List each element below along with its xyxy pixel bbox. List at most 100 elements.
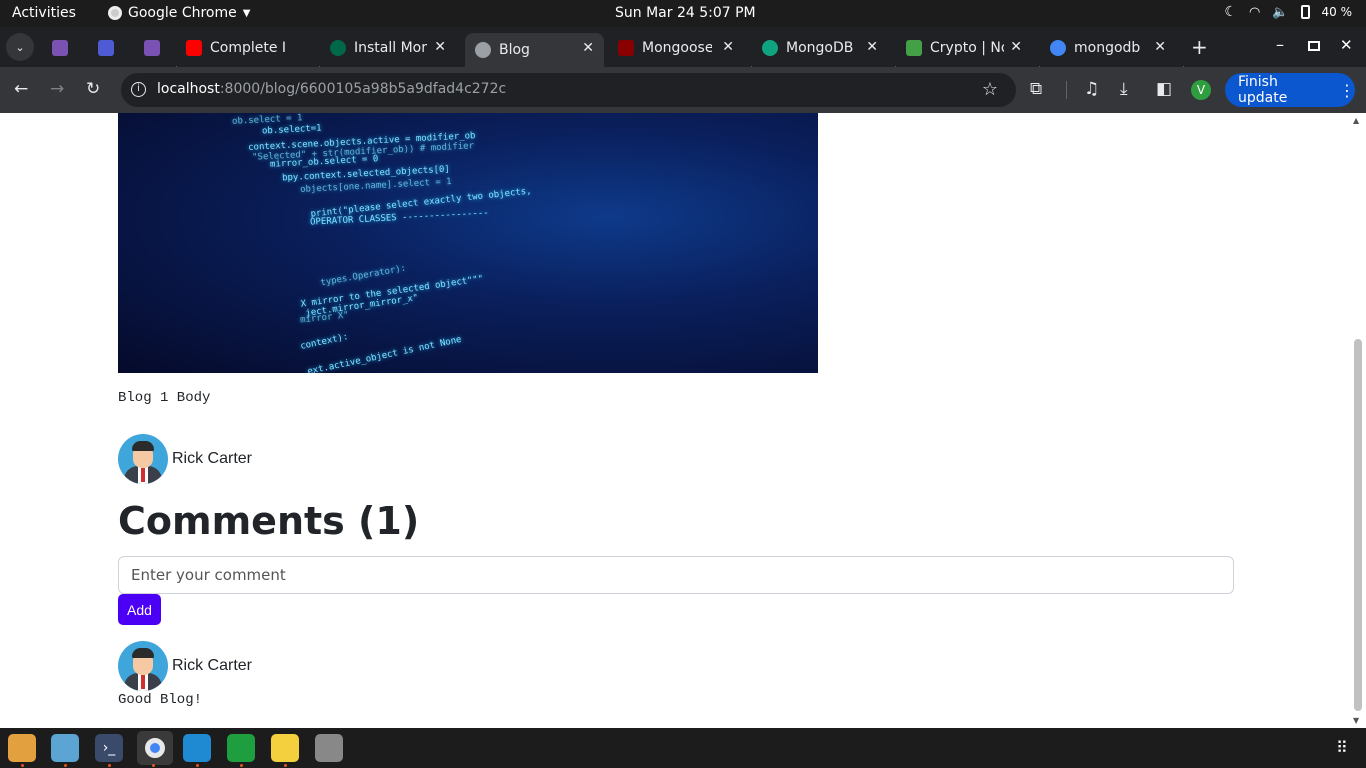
forward-arrow-icon[interactable]: → bbox=[50, 79, 64, 99]
close-tab-icon[interactable]: ✕ bbox=[582, 40, 594, 56]
tab-title: Complete I bbox=[210, 40, 287, 56]
tab-title: mongodb bbox=[1074, 40, 1141, 56]
scrollbar-thumb[interactable] bbox=[1354, 339, 1362, 711]
pinned-tab-3[interactable] bbox=[144, 33, 164, 63]
kebab-menu-icon: ⋮ bbox=[1339, 80, 1355, 100]
finish-update-button[interactable]: Finish update ⋮ bbox=[1225, 73, 1355, 107]
tab-youtube[interactable]: Complete I bbox=[186, 33, 312, 63]
globe-icon bbox=[475, 42, 491, 58]
docs-icon bbox=[98, 40, 114, 56]
page-content: ob.select = 1 ob.select=1 context.scene.ob… bbox=[0, 113, 1350, 728]
chrome-dock-button[interactable] bbox=[137, 731, 173, 765]
pinned-tab-1[interactable] bbox=[52, 33, 72, 63]
site-info-icon[interactable]: i bbox=[131, 82, 146, 97]
profile-avatar[interactable]: V bbox=[1191, 80, 1211, 100]
tab-title: Blog bbox=[499, 42, 530, 58]
maximize-icon[interactable] bbox=[1308, 41, 1320, 51]
software-icon[interactable] bbox=[315, 734, 343, 762]
close-tab-icon[interactable]: ✕ bbox=[434, 39, 446, 55]
running-indicator bbox=[108, 764, 111, 767]
download-icon[interactable]: ⤓ bbox=[1120, 79, 1128, 99]
files-icon[interactable] bbox=[51, 734, 79, 762]
chrome-icon bbox=[145, 738, 165, 758]
comments-heading: Comments (1) bbox=[118, 499, 420, 543]
comment-input[interactable] bbox=[118, 556, 1234, 594]
tab-title: Mongoose bbox=[642, 40, 712, 56]
media-control-icon[interactable]: ♫ bbox=[1084, 79, 1099, 99]
app-name: Google Chrome bbox=[128, 5, 237, 21]
add-comment-button[interactable]: Add bbox=[118, 594, 161, 625]
blog-author: Rick Carter bbox=[118, 434, 252, 484]
side-panel-icon[interactable]: ◧ bbox=[1156, 79, 1172, 99]
address-bar[interactable]: i localhost:8000/blog/6600105a98b5a9dfad… bbox=[121, 73, 1016, 107]
tab-mongodb-chatgpt[interactable]: MongoDB ✕ bbox=[762, 33, 888, 63]
night-light-icon: ☾ bbox=[1224, 4, 1237, 20]
browser-toolbar: ← → ↻ i localhost:8000/blog/6600105a98b5… bbox=[0, 67, 1366, 113]
tab-blog-active[interactable]: Blog ✕ bbox=[465, 33, 604, 67]
close-window-icon[interactable]: ✕ bbox=[1340, 36, 1353, 54]
volume-icon: 🔈 bbox=[1272, 4, 1289, 20]
running-indicator bbox=[240, 764, 243, 767]
comment-author: Rick Carter bbox=[118, 641, 252, 691]
system-tray[interactable]: ☾ ◠ 🔈 40 % bbox=[1224, 4, 1352, 20]
close-tab-icon[interactable]: ✕ bbox=[722, 39, 734, 55]
terminal-icon[interactable]: ›_ bbox=[95, 734, 123, 762]
google-icon bbox=[1050, 40, 1066, 56]
url-text: localhost:8000/blog/6600105a98b5a9dfad4c… bbox=[157, 81, 506, 97]
battery-percent: 40 % bbox=[1321, 5, 1353, 19]
chat-icon[interactable] bbox=[227, 734, 255, 762]
chrome-icon bbox=[108, 6, 122, 20]
code-line: context): bbox=[299, 332, 350, 352]
blog-body: Blog 1 Body bbox=[118, 390, 211, 406]
chevron-down-icon: ⌄ bbox=[15, 40, 25, 54]
tab-title: Crypto | No bbox=[930, 40, 1004, 56]
finish-update-label: Finish update bbox=[1238, 74, 1288, 106]
show-apps-grid-icon[interactable]: ⠿ bbox=[1336, 738, 1348, 757]
battery-icon bbox=[1300, 5, 1310, 19]
author-name: Rick Carter bbox=[172, 450, 253, 467]
nodejs-icon bbox=[906, 40, 922, 56]
system-top-bar: Activities Google Chrome ▼ Sun Mar 24 5:… bbox=[0, 0, 1366, 27]
scroll-up-arrow-icon[interactable]: ▲ bbox=[1353, 116, 1359, 125]
notes-icon[interactable] bbox=[271, 734, 299, 762]
close-tab-icon[interactable]: ✕ bbox=[1010, 39, 1022, 55]
running-indicator bbox=[196, 764, 199, 767]
code-line: ob.select=1 bbox=[261, 123, 322, 137]
toolbar-divider bbox=[1066, 81, 1067, 99]
youtube-icon bbox=[186, 40, 202, 56]
vscode-icon[interactable] bbox=[183, 734, 211, 762]
mongodb-leaf-icon bbox=[330, 40, 346, 56]
close-tab-icon[interactable]: ✕ bbox=[866, 39, 878, 55]
pinned-tab-2[interactable] bbox=[98, 33, 118, 63]
minimize-icon[interactable]: – bbox=[1276, 35, 1284, 54]
reload-icon[interactable]: ↻ bbox=[86, 79, 100, 99]
blog-cover-image: ob.select = 1 ob.select=1 context.scene.ob… bbox=[118, 113, 818, 373]
tab-google-mongodb[interactable]: mongodb ✕ bbox=[1050, 33, 1176, 63]
gitlab-icon[interactable] bbox=[8, 734, 36, 762]
chatgpt-icon bbox=[762, 40, 778, 56]
running-indicator bbox=[284, 764, 287, 767]
extensions-icon[interactable]: ⧉ bbox=[1030, 79, 1042, 99]
bootstrap-icon bbox=[52, 40, 68, 56]
close-tab-icon[interactable]: ✕ bbox=[1154, 39, 1166, 55]
bookmark-star-icon[interactable]: ☆ bbox=[982, 79, 998, 100]
app-menu[interactable]: Google Chrome ▼ bbox=[108, 5, 250, 21]
tab-install-mongo[interactable]: Install Mor ✕ bbox=[330, 33, 456, 63]
back-arrow-icon[interactable]: ← bbox=[14, 79, 28, 99]
comment-text: Good Blog! bbox=[118, 692, 203, 708]
activities-button[interactable]: Activities bbox=[12, 5, 76, 21]
tab-title: MongoDB bbox=[786, 40, 854, 56]
tab-search-button[interactable]: ⌄ bbox=[6, 33, 34, 61]
running-indicator bbox=[152, 764, 155, 767]
clock[interactable]: Sun Mar 24 5:07 PM bbox=[615, 5, 756, 21]
tab-strip: ⌄ Complete I Install Mor ✕ Blog ✕ Mongoo… bbox=[0, 27, 1366, 82]
comment-author-name: Rick Carter bbox=[172, 657, 253, 674]
scroll-down-arrow-icon[interactable]: ▼ bbox=[1353, 716, 1359, 725]
tab-mongoose[interactable]: Mongoose ✕ bbox=[618, 33, 744, 63]
code-line: types.Operator): bbox=[319, 263, 407, 289]
page-scrollbar[interactable]: ▲ ▼ bbox=[1350, 113, 1366, 728]
new-tab-plus-icon[interactable]: + bbox=[1191, 35, 1208, 59]
url-path: :8000/blog/6600105a98b5a9dfad4c272c bbox=[219, 81, 507, 97]
avatar bbox=[118, 641, 168, 691]
tab-crypto[interactable]: Crypto | No ✕ bbox=[906, 33, 1032, 63]
